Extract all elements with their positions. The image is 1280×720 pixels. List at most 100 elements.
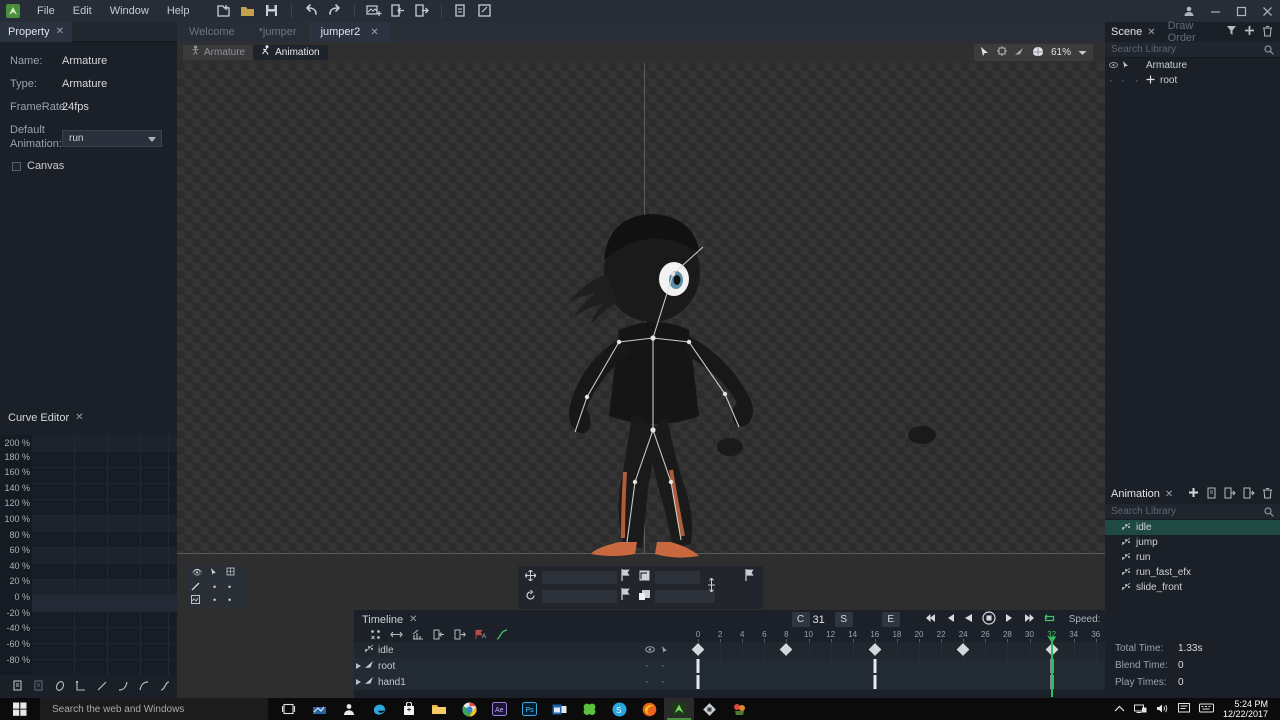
info-value[interactable]: 0: [1178, 677, 1184, 688]
keyframe-marker[interactable]: [873, 659, 877, 673]
ease-linear-icon[interactable]: [96, 680, 108, 695]
transform-values-panel[interactable]: [518, 566, 763, 609]
close-icon[interactable]: ✕: [75, 412, 83, 423]
search-icon[interactable]: [1264, 45, 1274, 58]
clover-icon[interactable]: [574, 698, 604, 720]
rotate-icon[interactable]: [525, 589, 536, 604]
timeline-tab-label[interactable]: Timeline: [362, 614, 403, 626]
tree-row-armature[interactable]: Armature: [1105, 58, 1280, 73]
dot-icon[interactable]: •: [228, 582, 231, 592]
export-icon[interactable]: [1243, 487, 1255, 502]
close-icon[interactable]: ✕: [370, 27, 378, 38]
import-icon[interactable]: [1224, 487, 1236, 502]
import-left-icon[interactable]: [390, 3, 406, 19]
tween-curve-icon[interactable]: [496, 628, 508, 643]
keyframe-marker[interactable]: [696, 675, 700, 689]
curve-plot-area[interactable]: [32, 435, 177, 675]
ease-in-icon[interactable]: [117, 680, 129, 695]
current-frame-button[interactable]: C: [791, 612, 810, 627]
keyframe-marker[interactable]: [873, 675, 877, 689]
canvas-checkbox[interactable]: [12, 161, 21, 171]
search-input[interactable]: Search the web and Windows: [40, 698, 268, 720]
pointer-icon[interactable]: [661, 645, 669, 656]
list-item-run-fast-efx[interactable]: run_fast_efx: [1105, 565, 1280, 580]
eye-icon[interactable]: [1109, 60, 1118, 71]
keyframe-marker[interactable]: [780, 643, 793, 656]
keyframe-flag-icon[interactable]: [745, 569, 755, 584]
paste-right-icon[interactable]: [454, 629, 466, 643]
paste-curve-icon[interactable]: [33, 679, 45, 695]
canvas-checkbox-row[interactable]: Canvas: [0, 160, 177, 172]
move-keys-icon[interactable]: [390, 630, 403, 642]
list-item-jump[interactable]: jump: [1105, 535, 1280, 550]
bounding-box-icon[interactable]: [996, 46, 1007, 59]
search-icon[interactable]: [1264, 507, 1274, 520]
menu-file[interactable]: File: [28, 0, 64, 22]
list-item-run[interactable]: run: [1105, 550, 1280, 565]
copy-curve-icon[interactable]: [12, 679, 24, 695]
keyframe-marker[interactable]: [868, 643, 882, 656]
close-icon[interactable]: ✕: [1147, 27, 1155, 38]
firefox-icon[interactable]: [634, 698, 664, 720]
timeline-playhead[interactable]: [1050, 642, 1053, 697]
keyboard-icon[interactable]: [1198, 703, 1214, 715]
tab-property[interactable]: Property ✕: [0, 21, 72, 42]
pointer-icon[interactable]: [980, 46, 990, 60]
cpu-icon[interactable]: [694, 698, 724, 720]
keyframe-flag-icon[interactable]: [621, 569, 631, 584]
action-center-icon[interactable]: [1177, 702, 1190, 716]
mode-tab-animation[interactable]: Animation: [253, 45, 328, 60]
outlook-icon[interactable]: [544, 698, 574, 720]
taskbar-clock[interactable]: 5:24 PM 12/22/2017: [1223, 699, 1272, 719]
end-frame-button[interactable]: E: [881, 612, 900, 627]
maximize-icon[interactable]: [1228, 0, 1254, 22]
skew-icon[interactable]: [639, 590, 650, 604]
scale-icon[interactable]: [639, 570, 650, 584]
volume-icon[interactable]: [1156, 703, 1169, 716]
close-icon[interactable]: ✕: [56, 22, 64, 42]
current-frame-value[interactable]: 31: [813, 614, 825, 626]
chevron-up-icon[interactable]: [1114, 704, 1125, 714]
list-item-idle[interactable]: idle: [1105, 520, 1280, 535]
open-folder-icon[interactable]: [240, 3, 256, 19]
keyframe-marker[interactable]: [956, 643, 970, 656]
minimize-icon[interactable]: [1202, 0, 1228, 22]
file-explorer-icon[interactable]: [424, 698, 454, 720]
tab-scene[interactable]: Scene ✕: [1105, 26, 1162, 38]
paste-left-icon[interactable]: [433, 629, 445, 643]
after-effects-icon[interactable]: Ae: [484, 698, 514, 720]
save-icon[interactable]: [264, 3, 280, 19]
delete-icon[interactable]: [1262, 487, 1273, 502]
tab-animation[interactable]: Animation ✕: [1105, 488, 1179, 500]
app-icon[interactable]: [724, 698, 754, 720]
export-right-icon[interactable]: [414, 3, 430, 19]
task-view-icon[interactable]: [274, 698, 304, 720]
bone-row-icon[interactable]: [191, 582, 200, 594]
export-data-icon[interactable]: [453, 3, 469, 19]
ease-out-icon[interactable]: [138, 680, 150, 695]
dot-icon[interactable]: •: [213, 582, 216, 592]
prev-keyframe-icon[interactable]: [945, 613, 955, 626]
import-image-icon[interactable]: [366, 3, 382, 19]
default-animation-select[interactable]: run: [62, 130, 162, 147]
photoshop-icon[interactable]: Ps: [514, 698, 544, 720]
scale-keys-icon[interactable]: [412, 629, 424, 643]
scene-search-bar[interactable]: Search Library: [1105, 42, 1280, 58]
pointer-icon[interactable]: [210, 567, 218, 579]
eye-icon[interactable]: 👁: [192, 568, 202, 577]
dot-icon[interactable]: •: [213, 595, 216, 605]
bone-icon[interactable]: [1014, 46, 1025, 59]
keyframe-flag-icon[interactable]: [621, 588, 631, 603]
info-value[interactable]: 1.33s: [1178, 643, 1202, 654]
delete-keys-icon[interactable]: A: [475, 629, 487, 643]
add-icon[interactable]: [1244, 25, 1255, 39]
animation-list[interactable]: idle jump run run_fast_efx slide_front: [1105, 520, 1280, 595]
animation-search-bar[interactable]: Search Library: [1105, 504, 1280, 520]
dot-icon[interactable]: ·: [661, 661, 665, 672]
account-icon[interactable]: [1176, 0, 1202, 22]
dot-icon[interactable]: ·: [1121, 75, 1135, 86]
cortana-notebook-icon[interactable]: [304, 698, 334, 720]
dot-icon[interactable]: ·: [1109, 75, 1118, 86]
windows-start-icon[interactable]: [0, 698, 40, 720]
info-value[interactable]: 0: [1178, 660, 1184, 671]
